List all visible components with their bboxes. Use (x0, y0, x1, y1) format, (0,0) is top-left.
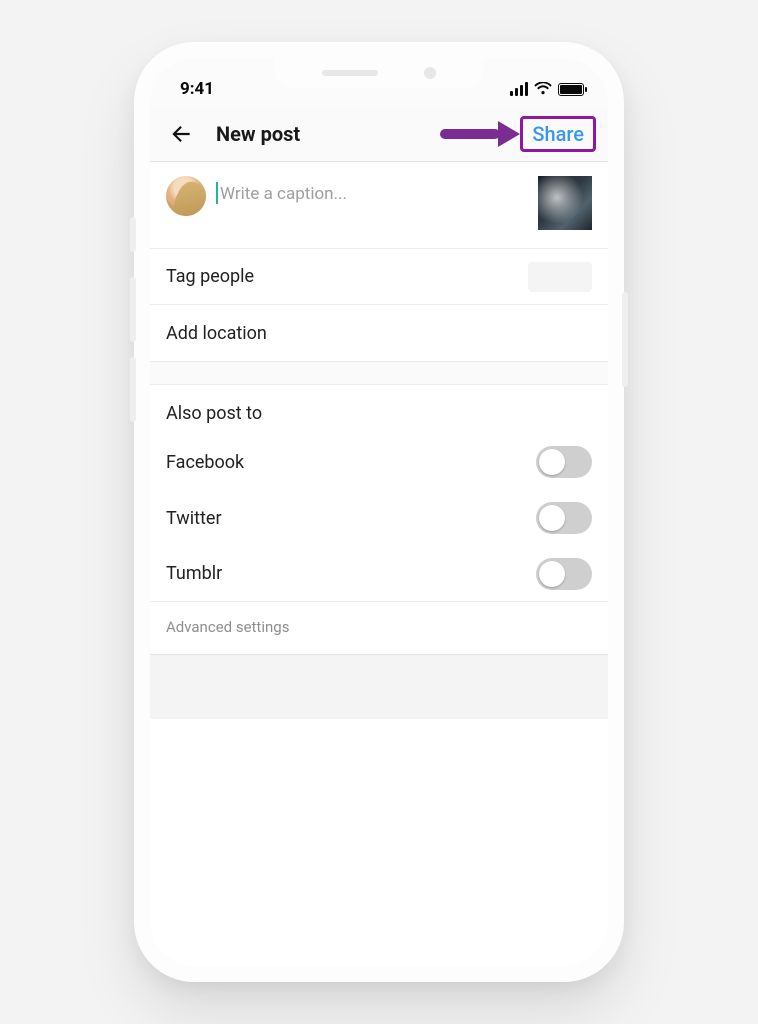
twitter-toggle[interactable] (536, 502, 592, 534)
page-title: New post (216, 122, 300, 146)
tumblr-row: Tumblr (150, 546, 608, 602)
volume-down-button (130, 357, 136, 422)
volume-up-button (130, 277, 136, 342)
text-caret (216, 182, 218, 204)
power-button (622, 292, 628, 387)
also-post-header: Also post to (150, 385, 608, 434)
post-thumbnail[interactable] (538, 176, 592, 230)
add-location-label: Add location (166, 323, 267, 344)
cellular-signal-icon (510, 82, 528, 96)
section-gap (150, 361, 608, 385)
empty-area (150, 655, 608, 966)
arrow-left-icon (168, 121, 194, 147)
user-avatar[interactable] (166, 176, 206, 216)
advanced-settings-label: Advanced settings (166, 618, 289, 636)
back-button[interactable] (164, 117, 198, 151)
caption-input[interactable]: Write a caption... (220, 176, 524, 204)
advanced-settings-row[interactable]: Advanced settings (150, 602, 608, 655)
status-time: 9:41 (180, 79, 214, 99)
share-button[interactable]: Share (522, 118, 594, 150)
caption-placeholder: Write a caption... (220, 184, 347, 204)
navbar: New post Share (150, 106, 608, 162)
speaker (322, 70, 378, 76)
wifi-icon (534, 82, 552, 96)
add-location-row[interactable]: Add location (150, 305, 608, 361)
tumblr-label: Tumblr (166, 563, 222, 584)
facebook-row: Facebook (150, 434, 608, 490)
facebook-label: Facebook (166, 452, 244, 473)
front-camera (424, 67, 436, 79)
notch (274, 58, 484, 88)
tumblr-toggle[interactable] (536, 558, 592, 590)
twitter-row: Twitter (150, 490, 608, 546)
mute-switch (130, 217, 136, 252)
tag-people-row[interactable]: Tag people (150, 249, 608, 305)
phone-frame: 9:41 New post Share (134, 42, 624, 982)
facebook-toggle[interactable] (536, 446, 592, 478)
caption-row: Write a caption... (150, 162, 608, 249)
tag-people-chip (528, 262, 592, 292)
battery-icon (558, 83, 584, 96)
callout-arrow-icon (440, 121, 520, 147)
tag-people-label: Tag people (166, 266, 254, 287)
screen: 9:41 New post Share (150, 58, 608, 966)
twitter-label: Twitter (166, 508, 222, 529)
